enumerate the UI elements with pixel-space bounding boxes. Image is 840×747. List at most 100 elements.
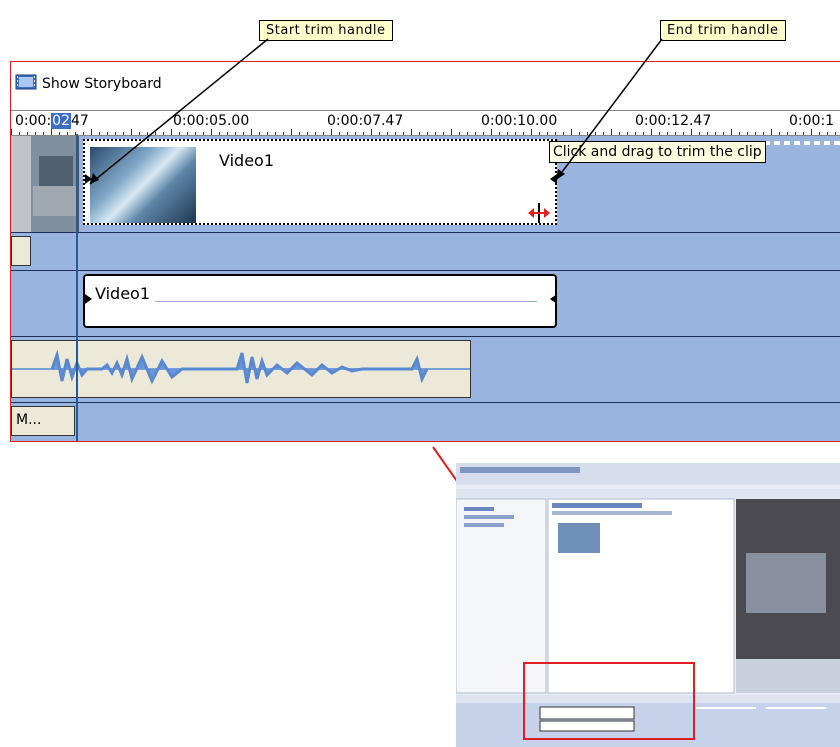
ruler-minor-tick [59,132,60,135]
ruler-minor-tick [571,129,572,135]
ruler-minor-tick [763,132,764,135]
ruler-minor-tick [811,129,812,135]
ruler-minor-tick [803,132,804,135]
audio-level-line [155,301,537,302]
ruler-minor-tick [675,132,676,135]
video-clip-thumbnail [90,147,196,223]
ruler-minor-tick [411,129,412,135]
ruler-minor-tick [427,132,428,135]
ruler-tick-label: 0:00:05.00 [173,113,250,129]
ruler-minor-tick [659,132,660,135]
ruler-minor-tick [107,132,108,135]
ruler-minor-tick [635,132,636,135]
ruler-minor-tick [587,132,588,135]
ruler-minor-tick [667,132,668,135]
ruler-minor-tick [139,132,140,135]
ruler-minor-tick [435,132,436,135]
ruler-minor-tick [467,132,468,135]
ruler-minor-tick [379,132,380,135]
waveform-clip[interactable] [11,340,471,398]
ruler-minor-tick [99,132,100,135]
ruler-minor-tick [171,129,172,135]
audio-clip-name: Video1 [95,284,151,303]
video-clip-name: Video1 [219,151,275,170]
ruler-minor-tick [67,132,68,135]
ruler-minor-tick [91,129,92,135]
ruler-minor-tick [155,132,156,135]
audio-end-trim-handle[interactable] [550,294,557,304]
ruler-minor-tick [595,132,596,135]
ruler-minor-tick [347,132,348,135]
trim-tooltip: Click and drag to trim the clip [549,141,766,163]
ruler-minor-tick [243,132,244,135]
ruler-minor-tick [307,132,308,135]
ruler-minor-tick [611,129,612,135]
trim-cursor-icon [526,202,552,228]
audio-start-trim-handle[interactable] [85,294,92,304]
ruler-minor-tick [651,129,652,135]
ruler-minor-tick [515,132,516,135]
ruler-minor-tick [827,132,828,135]
ruler-minor-tick [619,132,620,135]
ruler-minor-tick [195,132,196,135]
transition-label[interactable] [11,236,31,266]
film-strip-icon [15,74,37,94]
ruler-minor-tick [747,132,748,135]
ruler-minor-tick [507,132,508,135]
music-track-label[interactable]: M... [11,406,75,436]
ruler-minor-tick [283,132,284,135]
ruler-minor-tick [315,132,316,135]
ruler-minor-tick [683,132,684,135]
waveform-graphic [12,349,470,385]
ruler-minor-tick [83,132,84,135]
video-clip[interactable]: Video1 [83,139,557,225]
ruler-minor-tick [259,132,260,135]
ruler-minor-tick [11,129,12,135]
show-storyboard-label: Show Storyboard [42,76,162,92]
ruler-minor-tick [323,132,324,135]
ruler-minor-tick [179,132,180,135]
ruler-minor-tick [563,132,564,135]
ruler-minor-tick [723,132,724,135]
audio-clip[interactable]: Video1 [83,274,557,328]
ruler-minor-tick [251,129,252,135]
ruler-minor-tick [275,132,276,135]
ruler-minor-tick [403,132,404,135]
ruler-tick-label: 0:00:07.47 [327,113,404,129]
ruler-tick-label: 0:00:1 [789,113,835,129]
ruler-minor-tick [459,132,460,135]
ruler-minor-tick [483,132,484,135]
ruler-minor-tick [603,132,604,135]
ruler-minor-tick [643,132,644,135]
ruler-minor-tick [731,129,732,135]
current-time-highlight: 02 [51,113,71,129]
ruler-minor-tick [235,132,236,135]
ruler-minor-tick [43,132,44,135]
show-storyboard-button[interactable]: Show Storyboard [15,74,162,94]
ruler-minor-tick [227,132,228,135]
ruler-minor-tick [499,132,500,135]
ruler-minor-tick [451,129,452,135]
ruler-minor-tick [627,132,628,135]
start-trim-handle[interactable] [85,174,92,184]
title-overlay-track: M... [11,402,840,441]
transition-track [11,232,840,271]
ruler-tick-label: 0:00:12.47 [635,113,712,129]
ruler-minor-tick [19,132,20,135]
ruler-minor-tick [27,132,28,135]
time-ruler[interactable]: 0:00:0247 0:00:05.00 0:00:07.47 0:00:10.… [11,110,840,136]
timeline-panel: Show Storyboard 0:00:0247 0:00:05.00 0:0… [10,61,840,442]
previous-clip-thumbnail[interactable] [11,136,79,232]
ruler-minor-tick [707,132,708,135]
ruler-minor-tick [267,132,268,135]
audio-track: Video1 [11,270,840,337]
ruler-minor-tick [299,132,300,135]
ruler-minor-tick [291,129,292,135]
ruler-tick-label: 0:00:10.00 [481,113,558,129]
start-trim-callout: Start trim handle [259,20,393,41]
ruler-minor-tick [387,132,388,135]
ruler-minor-tick [835,132,836,135]
playhead[interactable] [76,134,78,441]
end-trim-handle[interactable] [550,174,557,184]
ruler-minor-tick [475,132,476,135]
